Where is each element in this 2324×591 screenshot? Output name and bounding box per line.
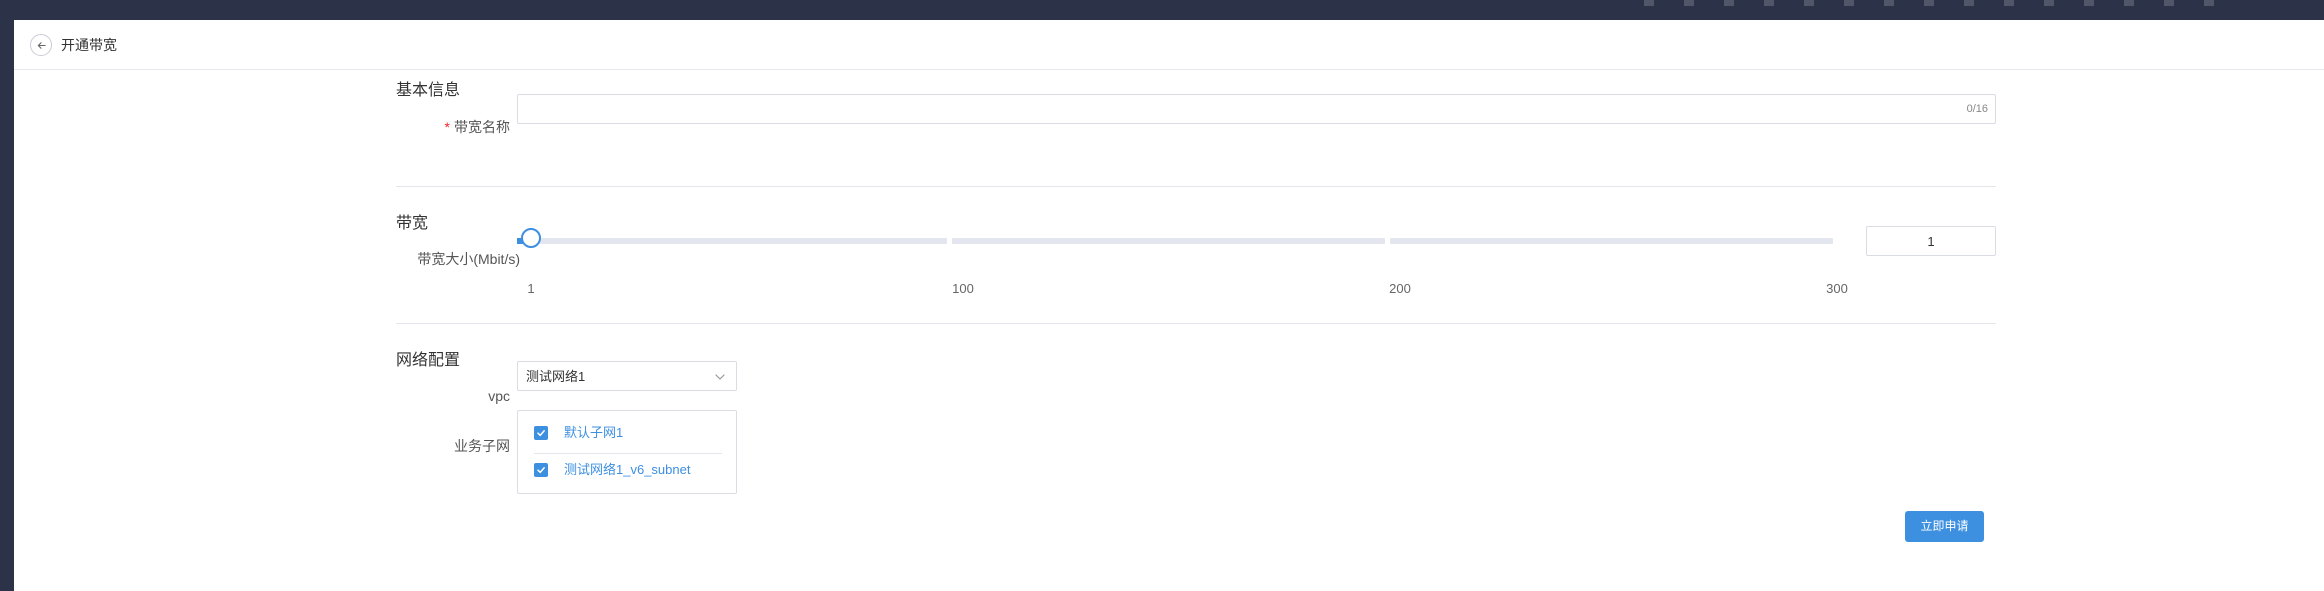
section-divider: [396, 323, 1996, 324]
subnet-item-label: 默认子网1: [564, 425, 624, 440]
slider-segment: [1390, 238, 1833, 244]
top-navbar: [0, 0, 2324, 20]
vpc-selected-value: 测试网络1: [526, 369, 586, 384]
bandwidth-name-input[interactable]: [518, 95, 1938, 123]
page-title: 开通带宽: [61, 37, 117, 53]
submit-button[interactable]: 立即申请: [1905, 511, 1984, 542]
slider-tick-label: 200: [1389, 281, 1411, 296]
section-title-bandwidth: 带宽: [396, 215, 429, 232]
section-divider: [396, 186, 1996, 187]
required-indicator: *: [444, 119, 450, 135]
section-title-basic: 基本信息: [396, 82, 461, 99]
subnet-list: 默认子网1 测试网络1_v6_subnet: [517, 410, 737, 494]
bandwidth-name-label: * 带宽名称: [440, 118, 510, 136]
bandwidth-name-field[interactable]: 0/16: [517, 94, 1996, 124]
bandwidth-slider-track[interactable]: [517, 238, 1833, 244]
subnet-item-label: 测试网络1_v6_subnet: [564, 462, 691, 477]
page-header: 开通带宽: [14, 20, 2324, 70]
slider-tick-label: 300: [1826, 281, 1848, 296]
bandwidth-name-label-text: 带宽名称: [454, 119, 510, 135]
vpc-label: vpc: [488, 388, 510, 404]
subnet-item[interactable]: 测试网络1_v6_subnet: [534, 460, 690, 480]
subnet-label: 业务子网: [454, 438, 510, 454]
bandwidth-size-label: 带宽大小(Mbit/s): [417, 251, 520, 267]
check-icon: [537, 467, 545, 474]
slider-tick-label: 1: [527, 281, 535, 296]
vpc-select[interactable]: 测试网络1: [517, 361, 737, 391]
char-counter: 0/16: [1966, 103, 1988, 115]
subnet-checkbox[interactable]: [534, 426, 548, 440]
slider-segment: [952, 238, 1385, 244]
section-title-network: 网络配置: [396, 352, 461, 369]
slider-handle[interactable]: [521, 228, 541, 248]
subnet-checkbox[interactable]: [534, 463, 548, 477]
check-icon: [537, 430, 545, 437]
chevron-down-icon: [715, 374, 725, 380]
bandwidth-value-field[interactable]: [1866, 226, 1996, 256]
subnet-item[interactable]: 默认子网1: [534, 423, 623, 443]
slider-tick-label: 100: [952, 281, 974, 296]
subnet-divider: [534, 453, 722, 454]
bandwidth-value-input[interactable]: [1867, 227, 1995, 255]
left-sidebar-edge: [0, 20, 14, 591]
navbar-items-cropped: [1644, 0, 2244, 6]
back-button[interactable]: [30, 34, 52, 56]
slider-segment: [517, 238, 947, 244]
arrow-left-icon: [37, 41, 46, 49]
